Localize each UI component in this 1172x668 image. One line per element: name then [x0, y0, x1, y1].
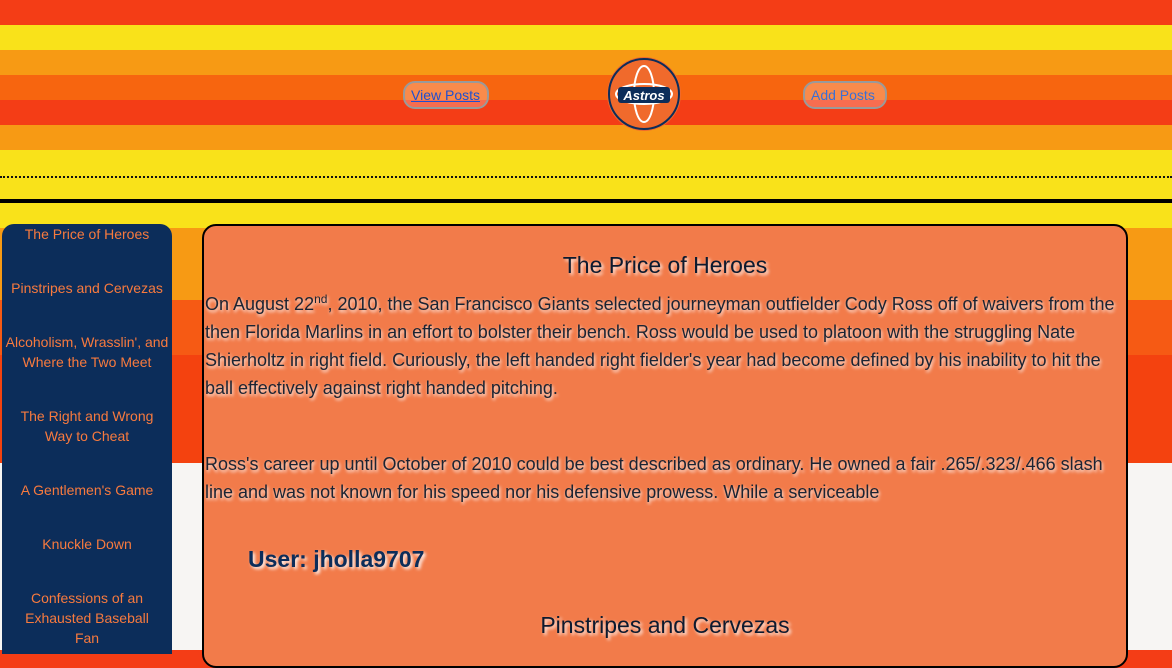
sidebar-item-alcoholism-wrasslin[interactable]: Alcoholism, Wrasslin', and Where the Two…: [2, 332, 172, 372]
post-author: User: jholla9707: [248, 546, 425, 572]
solid-divider: [0, 199, 1172, 203]
sidebar-item-right-and-wrong-way[interactable]: The Right and Wrong Way to Cheat: [2, 406, 172, 446]
post-title[interactable]: Pinstripes and Cervezas: [204, 612, 1126, 639]
astros-logo-icon: Astros: [608, 58, 680, 130]
svg-text:Astros: Astros: [622, 88, 664, 103]
sidebar-item-knuckle-down[interactable]: Knuckle Down: [2, 534, 172, 554]
astros-logo[interactable]: Astros: [607, 57, 681, 131]
post-excerpt-ordinal-suffix: nd: [314, 292, 328, 306]
view-posts-button[interactable]: View Posts: [403, 81, 489, 109]
sidebar-item-gentlemens-game[interactable]: A Gentlemen's Game: [2, 480, 172, 500]
post-excerpt-paragraph-2: Ross's career up until October of 2010 c…: [205, 454, 1103, 502]
sidebar-item-price-of-heroes[interactable]: The Price of Heroes: [2, 224, 172, 244]
dotted-divider: [0, 176, 1172, 178]
add-posts-button[interactable]: Add Posts: [803, 81, 887, 109]
sidebar-item-confessions[interactable]: Confessions of an Exhausted Baseball Fan: [2, 588, 172, 648]
sidebar: The Price of Heroes Pinstripes and Cerve…: [2, 224, 172, 654]
post-excerpt-paragraph-1: On August 22nd, 2010, the San Francisco …: [205, 290, 1123, 414]
post-excerpt-text-part-1: On August 22: [205, 294, 315, 314]
posts-panel: The Price of Heroes On August 22nd, 2010…: [202, 224, 1128, 668]
post-title[interactable]: The Price of Heroes: [204, 252, 1126, 279]
post-excerpt-text-part-2: , 2010, the San Francisco Giants selecte…: [205, 294, 1115, 398]
sidebar-item-pinstripes-and-cervezas[interactable]: Pinstripes and Cervezas: [2, 278, 172, 298]
